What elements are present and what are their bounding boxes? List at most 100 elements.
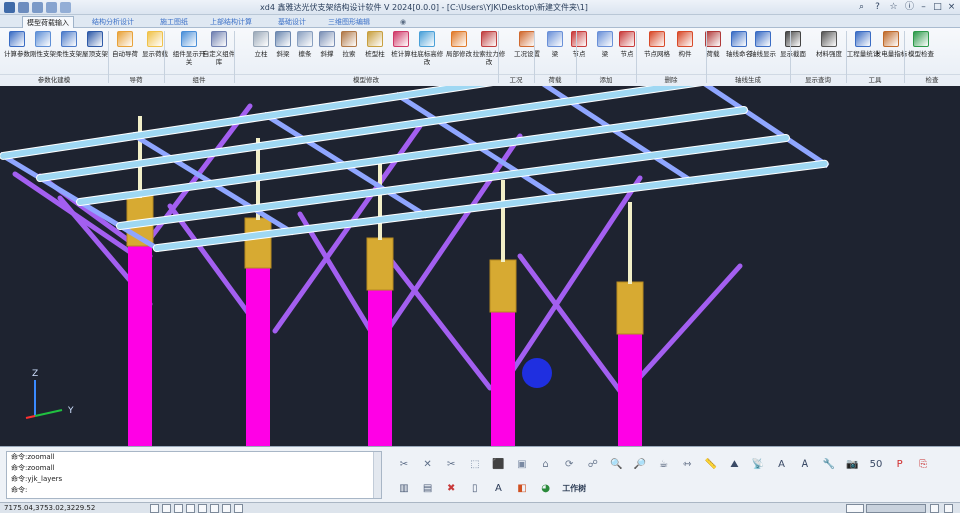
- antenna-icon[interactable]: 📡: [748, 454, 768, 474]
- text-box-icon[interactable]: A: [488, 478, 508, 498]
- zoom-out-button[interactable]: [846, 504, 864, 513]
- command-scrollbar[interactable]: [373, 452, 381, 498]
- ortho-toggle[interactable]: [174, 504, 183, 513]
- column: [491, 312, 515, 446]
- box-view-icon[interactable]: ⬚: [465, 454, 485, 474]
- layout-button[interactable]: [930, 504, 939, 513]
- polar-toggle[interactable]: [186, 504, 195, 513]
- ribbon-button-show-section[interactable]: 显示截面: [780, 30, 806, 72]
- ribbon-group-label: 荷载: [534, 74, 576, 85]
- orbit-icon[interactable]: ☍: [583, 454, 603, 474]
- show-section-icon: [785, 31, 801, 47]
- text-a-icon[interactable]: A: [772, 454, 792, 474]
- color-palette-icon[interactable]: ◧: [512, 478, 532, 498]
- measure-icon[interactable]: ✂: [394, 454, 414, 474]
- number-50-icon[interactable]: 50: [866, 454, 886, 474]
- ribbon-button-member[interactable]: 构件: [672, 30, 698, 72]
- ribbon-button-model-check[interactable]: 模型检查: [908, 30, 934, 72]
- title-bar: xd4 鑫雅达光伏支架结构设计软件 V 2024[0.0.0] - [C:\Us…: [0, 0, 960, 15]
- close-button[interactable]: ×: [946, 2, 957, 13]
- ribbon-button-roof-support[interactable]: 屋顶支架: [82, 30, 108, 72]
- ribbon-button-local-edit[interactable]: 局部修改: [446, 30, 472, 72]
- quick-save-icon[interactable]: [46, 2, 57, 13]
- zoom-in-icon[interactable]: 🔍: [606, 454, 626, 474]
- ribbon-group-separator: [904, 31, 905, 83]
- home-view-icon[interactable]: ⌂: [536, 454, 556, 474]
- model-viewport[interactable]: ZY: [0, 86, 960, 446]
- tab-upper-structure[interactable]: 上部结构计算: [206, 16, 256, 28]
- ribbon-group-label: 轴线生成: [706, 74, 790, 85]
- snap-toggle[interactable]: [150, 504, 159, 513]
- ribbon-button-node-grid[interactable]: 节点网格: [644, 30, 670, 72]
- cube-view-icon[interactable]: ⬛: [488, 454, 508, 474]
- command-log[interactable]: 命令:zoomall 命令:zoomall 命令:yjk_layers 命令:: [6, 451, 382, 499]
- node-grid-icon: [649, 31, 665, 47]
- info-icon[interactable]: ⓘ: [904, 2, 915, 13]
- cursor-coordinates: 7175.04,3753.02,3229.52: [4, 504, 96, 512]
- rotate-view-icon[interactable]: ⟳: [559, 454, 579, 474]
- delete-icon[interactable]: ✖: [441, 478, 461, 498]
- zoom-window-icon[interactable]: 🔎: [630, 454, 650, 474]
- barcode-icon[interactable]: ▥: [394, 478, 414, 498]
- export-icon[interactable]: ⎘: [913, 454, 933, 474]
- ribbon-group-label: 工具: [846, 74, 904, 85]
- fullscreen-button[interactable]: [944, 504, 953, 513]
- layers-icon[interactable]: ▤: [418, 478, 438, 498]
- column-post: [378, 158, 382, 240]
- model-toggle[interactable]: [234, 504, 243, 513]
- minimize-button[interactable]: –: [918, 2, 929, 13]
- help-icon[interactable]: ?: [872, 2, 883, 13]
- wrench-icon[interactable]: 🔧: [819, 454, 839, 474]
- column-base-icon: [419, 31, 435, 47]
- tab-model-load-input[interactable]: 模型荷载输入: [22, 16, 74, 28]
- text-style-icon[interactable]: Ꭺ: [795, 454, 815, 474]
- grid-toggle[interactable]: [162, 504, 171, 513]
- quick-open-icon[interactable]: [32, 2, 43, 13]
- maximize-button[interactable]: □: [932, 2, 943, 13]
- ribbon-button-axis-show[interactable]: 轴线显示: [750, 30, 776, 72]
- ribbon-button-label: 拉索拉力修改: [472, 50, 506, 66]
- ribbon-button-power[interactable]: 发电量指标: [875, 30, 907, 72]
- track-toggle[interactable]: [210, 504, 219, 513]
- command-prompt-input[interactable]: 命令:: [7, 485, 381, 496]
- color-wheel-icon[interactable]: ◕: [536, 478, 556, 498]
- pdf-icon[interactable]: P: [890, 454, 910, 474]
- page-icon[interactable]: ▯: [465, 478, 485, 498]
- camera-icon[interactable]: 📷: [842, 454, 862, 474]
- intersect-icon[interactable]: ✕: [418, 454, 438, 474]
- tab-foundation[interactable]: 基础设计: [274, 16, 310, 28]
- ribbon-button-component-library[interactable]: 自定义组件库: [203, 30, 235, 72]
- ribbon-button-quantity[interactable]: 工程量统计: [847, 30, 879, 72]
- ribbon-group-label: 参数化建模: [0, 74, 108, 85]
- zoom-slider[interactable]: [866, 504, 926, 513]
- teapot-icon[interactable]: ☕: [654, 454, 674, 474]
- ribbon-button-component-toggle[interactable]: 组件显示开关: [173, 30, 205, 72]
- front-view-icon[interactable]: ▣: [512, 454, 532, 474]
- work-tree-button[interactable]: 工作树: [559, 478, 589, 498]
- mountain-icon[interactable]: ⛰: [724, 454, 744, 474]
- ribbon-button-label: 显示荷载: [142, 50, 168, 58]
- ribbon-group-label: 模型修改: [234, 74, 498, 85]
- measure-line-icon[interactable]: ⇿: [677, 454, 697, 474]
- ribbon-collapse-icon[interactable]: ◉: [396, 16, 410, 28]
- osnap-toggle[interactable]: [198, 504, 207, 513]
- quick-new-icon[interactable]: [18, 2, 29, 13]
- quick-undo-icon[interactable]: [60, 2, 71, 13]
- ribbon-button-load-case[interactable]: 工况设置: [514, 30, 540, 72]
- ribbon-button-auto-load[interactable]: 自动导荷: [112, 30, 138, 72]
- ruler-icon[interactable]: 📏: [701, 454, 721, 474]
- column-cap: [616, 281, 644, 335]
- ribbon-button-label: 发电量指标: [874, 50, 908, 58]
- tab-structural-analysis[interactable]: 结构分析设计: [88, 16, 138, 28]
- search-icon[interactable]: ⌕: [856, 2, 867, 13]
- tab-drawings[interactable]: 施工图纸: [156, 16, 192, 28]
- tab-3d-edit[interactable]: 三维图形编辑: [324, 16, 374, 28]
- ribbon-button-material[interactable]: 材料强度: [816, 30, 842, 72]
- structure-3d-scene[interactable]: ZY: [0, 86, 960, 446]
- star-icon[interactable]: ☆: [888, 2, 899, 13]
- ribbon-group-label: 添加: [576, 74, 636, 85]
- ribbon-button-column-base[interactable]: 柱底标高修改: [411, 30, 443, 72]
- trim-icon[interactable]: ✂: [441, 454, 461, 474]
- lineweight-toggle[interactable]: [222, 504, 231, 513]
- component-toggle-icon: [181, 31, 197, 47]
